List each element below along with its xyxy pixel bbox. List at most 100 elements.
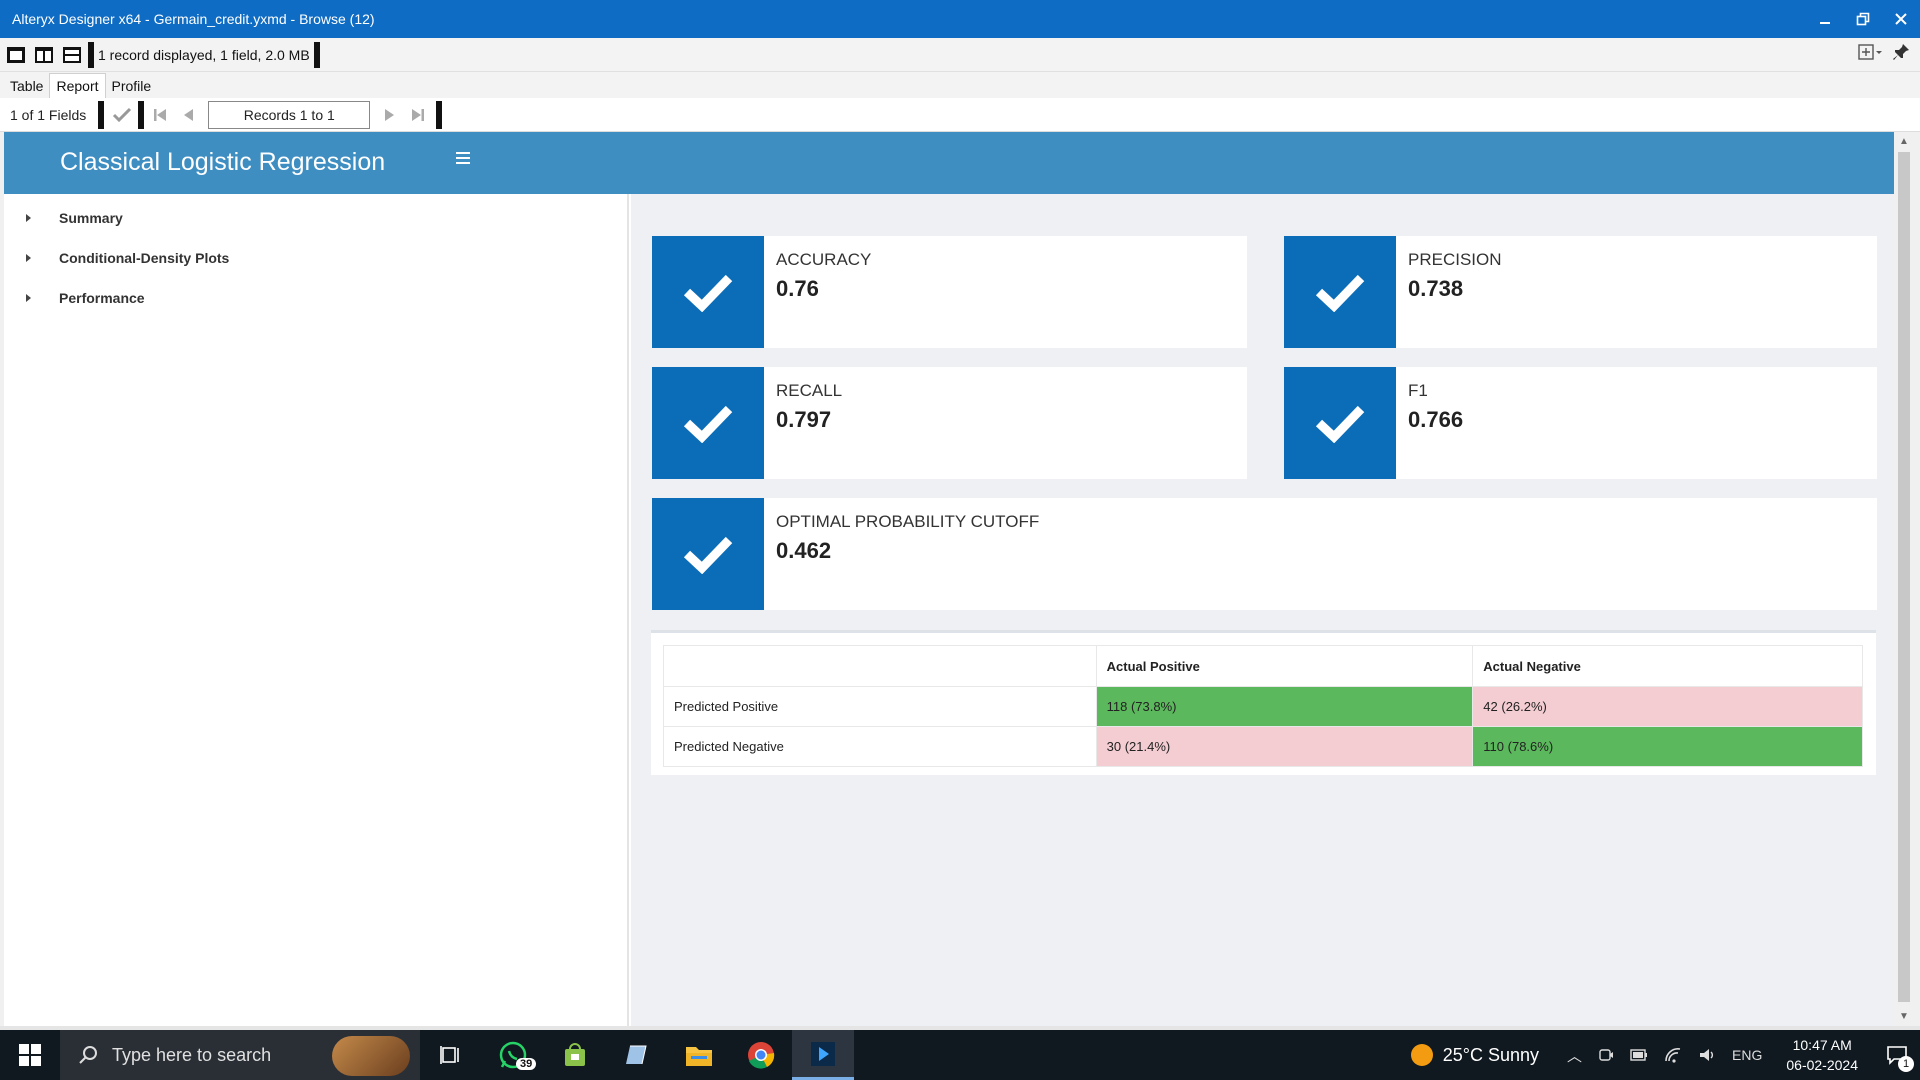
scroll-up-icon[interactable]: ▲ xyxy=(1899,136,1909,147)
records-range-field[interactable]: Records 1 to 1 xyxy=(208,100,371,129)
checkmark-icon xyxy=(1284,236,1396,348)
clock[interactable]: 10:47 AM 06-02-2024 xyxy=(1786,1035,1858,1075)
chevron-up-icon[interactable]: ︿ xyxy=(1567,1045,1582,1066)
previous-record-button[interactable] xyxy=(174,101,202,129)
meet-now-icon[interactable] xyxy=(1598,1047,1614,1063)
tab-table[interactable]: Table xyxy=(4,74,49,98)
metric-value: 0.738 xyxy=(1408,276,1464,301)
metric-card-f1: F1 0.766 xyxy=(1284,367,1877,479)
tab-profile[interactable]: Profile xyxy=(106,74,158,98)
restore-button[interactable] xyxy=(1844,0,1882,38)
split-vertical-button[interactable] xyxy=(32,43,56,67)
alteryx-app[interactable] xyxy=(792,1030,854,1080)
checkmark-icon xyxy=(652,498,764,610)
language-indicator[interactable]: ENG xyxy=(1732,1047,1762,1063)
false-negative-cell: 30 (21.4%) xyxy=(1095,726,1474,767)
first-record-button[interactable] xyxy=(146,101,174,129)
wifi-icon[interactable] xyxy=(1664,1047,1682,1063)
search-placeholder: Type here to search xyxy=(112,1044,272,1065)
column-header-actual-positive: Actual Positive xyxy=(1095,645,1474,687)
record-navigator: 1 of 1 Fields Records 1 to 1 xyxy=(0,98,1920,132)
notification-center-button[interactable]: 1 xyxy=(1874,1030,1920,1080)
taskbar-search[interactable]: Type here to search xyxy=(60,1030,420,1080)
layout-dropdown-icon[interactable] xyxy=(1858,43,1882,61)
close-button[interactable] xyxy=(1882,0,1920,38)
store-app[interactable] xyxy=(544,1030,606,1080)
split-vertical-icon xyxy=(35,46,53,63)
caret-right-icon xyxy=(26,294,31,302)
confusion-matrix-panel: Actual Positive Actual Negative Predicte… xyxy=(651,630,1876,775)
report-viewer: Classical Logistic Regression Summary Co… xyxy=(4,132,1894,1026)
clock-date: 06-02-2024 xyxy=(1786,1057,1858,1073)
caret-right-icon xyxy=(26,254,31,262)
navigator-divider xyxy=(436,100,443,129)
weather-widget[interactable]: 25°C Sunny xyxy=(1410,1044,1540,1066)
last-icon xyxy=(412,108,425,121)
report-title: Classical Logistic Regression xyxy=(60,148,386,176)
scroll-down-icon[interactable]: ▼ xyxy=(1899,1011,1909,1022)
split-horizontal-button[interactable] xyxy=(60,43,84,67)
false-positive-cell: 42 (26.2%) xyxy=(1472,686,1863,727)
menu-icon[interactable] xyxy=(456,152,470,167)
chrome-icon xyxy=(748,1042,775,1069)
volume-icon[interactable] xyxy=(1698,1047,1716,1063)
battery-icon[interactable] xyxy=(1630,1049,1648,1061)
task-view-button[interactable] xyxy=(420,1030,482,1080)
start-button[interactable] xyxy=(0,1030,60,1080)
window-title: Alteryx Designer x64 - Germain_credit.yx… xyxy=(12,11,375,27)
checkmark-icon xyxy=(652,236,764,348)
view-tabs: Table Report Profile xyxy=(0,72,1920,98)
column-header xyxy=(663,645,1097,687)
metric-value: 0.766 xyxy=(1408,407,1464,432)
toolbar-divider xyxy=(313,41,320,68)
pin-icon[interactable] xyxy=(1892,43,1910,61)
sidebar-item-label: Summary xyxy=(59,210,123,226)
search-icon xyxy=(79,1046,97,1064)
column-header-actual-negative: Actual Negative xyxy=(1472,645,1863,687)
apply-button[interactable] xyxy=(108,101,136,129)
sun-icon xyxy=(1410,1044,1433,1066)
system-tray: 25°C Sunny ︿ ENG 10:47 AM 06-02-2024 1 xyxy=(1410,1030,1920,1080)
minimize-icon xyxy=(1820,22,1830,24)
close-icon xyxy=(1895,13,1907,25)
sidebar-item-conditional-density-plots[interactable]: Conditional-Density Plots xyxy=(26,248,229,268)
file-explorer-app[interactable] xyxy=(668,1030,730,1080)
performance-panel: ACCURACY 0.76 PRECISION 0.738 RECALL 0.7… xyxy=(631,194,1894,1026)
metric-label: F1 xyxy=(1408,381,1428,400)
chrome-app[interactable] xyxy=(730,1030,792,1080)
single-view-button[interactable] xyxy=(4,43,28,67)
sidebar-item-summary[interactable]: Summary xyxy=(26,208,123,228)
fields-count: 1 of 1 Fields xyxy=(10,106,87,123)
title-bar: Alteryx Designer x64 - Germain_credit.yx… xyxy=(0,0,1920,38)
single-pane-icon xyxy=(7,46,25,63)
table-header-row: Actual Positive Actual Negative xyxy=(663,645,1863,687)
sidebar-item-label: Conditional-Density Plots xyxy=(59,250,230,266)
metric-value: 0.797 xyxy=(776,407,832,432)
navigator-divider xyxy=(138,100,145,129)
last-record-button[interactable] xyxy=(404,101,432,129)
confusion-matrix-table: Actual Positive Actual Negative Predicte… xyxy=(663,645,1863,767)
next-record-button[interactable] xyxy=(376,101,404,129)
minimize-button[interactable] xyxy=(1806,0,1844,38)
weather-text: 25°C Sunny xyxy=(1442,1044,1540,1065)
previous-icon xyxy=(184,108,194,121)
tab-report[interactable]: Report xyxy=(49,73,106,98)
task-view-icon xyxy=(440,1046,459,1064)
folder-icon xyxy=(686,1047,712,1066)
vertical-scrollbar[interactable]: ▲ ▼ xyxy=(1894,132,1914,1026)
metric-label: OPTIMAL PROBABILITY CUTOFF xyxy=(776,512,1040,531)
browse-toolbar: 1 record displayed, 1 field, 2.0 MB xyxy=(0,38,1920,72)
metric-label: RECALL xyxy=(776,381,843,400)
scrollbar-thumb[interactable] xyxy=(1898,152,1910,1002)
record-info: 1 record displayed, 1 field, 2.0 MB xyxy=(98,46,310,63)
whatsapp-app[interactable]: 39 xyxy=(482,1030,544,1080)
first-icon xyxy=(154,108,167,121)
metric-value: 0.76 xyxy=(776,276,819,301)
caret-right-icon xyxy=(26,214,31,222)
notes-app[interactable] xyxy=(606,1030,668,1080)
android-icon xyxy=(565,1043,585,1066)
checkmark-icon xyxy=(1284,367,1396,479)
sidebar-item-performance[interactable]: Performance xyxy=(26,288,145,308)
checkmark-icon xyxy=(652,367,764,479)
table-row: Predicted Negative 30 (21.4%) 110 (78.6%… xyxy=(663,726,1863,767)
